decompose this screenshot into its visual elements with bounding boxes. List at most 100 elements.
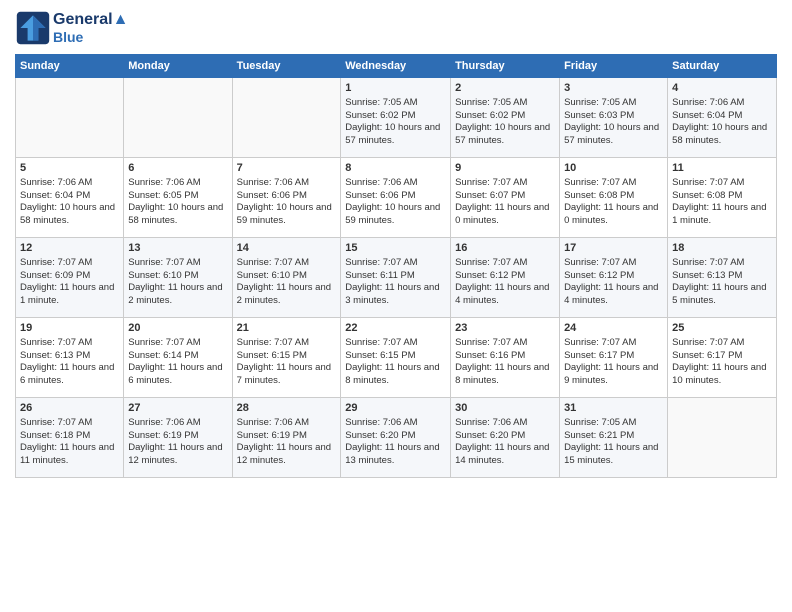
calendar-cell: 23Sunrise: 7:07 AMSunset: 6:16 PMDayligh… xyxy=(451,318,560,398)
day-number: 20 xyxy=(128,321,227,336)
weekday-header-wednesday: Wednesday xyxy=(341,55,451,78)
day-info: Daylight: 11 hours and 8 minutes. xyxy=(345,362,446,388)
day-info: Sunset: 6:12 PM xyxy=(564,270,663,283)
day-info: Sunset: 6:10 PM xyxy=(128,270,227,283)
weekday-header-monday: Monday xyxy=(124,55,232,78)
day-info: Daylight: 11 hours and 13 minutes. xyxy=(345,442,446,468)
day-info: Sunrise: 7:07 AM xyxy=(20,337,119,350)
day-info: Sunrise: 7:07 AM xyxy=(345,337,446,350)
day-number: 10 xyxy=(564,161,663,176)
day-number: 2 xyxy=(455,81,555,96)
day-info: Daylight: 10 hours and 58 minutes. xyxy=(672,122,772,148)
day-info: Daylight: 11 hours and 6 minutes. xyxy=(20,362,119,388)
calendar-cell: 27Sunrise: 7:06 AMSunset: 6:19 PMDayligh… xyxy=(124,398,232,478)
weekday-header-saturday: Saturday xyxy=(668,55,777,78)
day-info: Sunrise: 7:07 AM xyxy=(564,177,663,190)
day-info: Sunrise: 7:06 AM xyxy=(128,177,227,190)
calendar-cell: 13Sunrise: 7:07 AMSunset: 6:10 PMDayligh… xyxy=(124,238,232,318)
day-info: Sunset: 6:19 PM xyxy=(128,430,227,443)
calendar-cell: 14Sunrise: 7:07 AMSunset: 6:10 PMDayligh… xyxy=(232,238,341,318)
day-info: Sunrise: 7:07 AM xyxy=(672,177,772,190)
calendar-cell: 9Sunrise: 7:07 AMSunset: 6:07 PMDaylight… xyxy=(451,158,560,238)
day-info: Sunrise: 7:06 AM xyxy=(128,417,227,430)
calendar-cell: 28Sunrise: 7:06 AMSunset: 6:19 PMDayligh… xyxy=(232,398,341,478)
day-info: Daylight: 11 hours and 9 minutes. xyxy=(564,362,663,388)
day-number: 1 xyxy=(345,81,446,96)
day-info: Sunrise: 7:07 AM xyxy=(564,257,663,270)
header: General▲ Blue xyxy=(15,10,777,46)
weekday-header-thursday: Thursday xyxy=(451,55,560,78)
day-number: 5 xyxy=(20,161,119,176)
calendar-week-1: 5Sunrise: 7:06 AMSunset: 6:04 PMDaylight… xyxy=(16,158,777,238)
day-number: 3 xyxy=(564,81,663,96)
day-number: 16 xyxy=(455,241,555,256)
calendar-cell: 11Sunrise: 7:07 AMSunset: 6:08 PMDayligh… xyxy=(668,158,777,238)
day-info: Sunrise: 7:07 AM xyxy=(455,337,555,350)
day-info: Daylight: 11 hours and 4 minutes. xyxy=(455,282,555,308)
day-info: Sunrise: 7:06 AM xyxy=(345,177,446,190)
calendar-cell: 5Sunrise: 7:06 AMSunset: 6:04 PMDaylight… xyxy=(16,158,124,238)
day-info: Sunset: 6:02 PM xyxy=(455,110,555,123)
day-info: Sunset: 6:13 PM xyxy=(20,350,119,363)
day-info: Sunrise: 7:06 AM xyxy=(672,97,772,110)
calendar-cell: 22Sunrise: 7:07 AMSunset: 6:15 PMDayligh… xyxy=(341,318,451,398)
day-info: Daylight: 11 hours and 12 minutes. xyxy=(128,442,227,468)
calendar-cell: 15Sunrise: 7:07 AMSunset: 6:11 PMDayligh… xyxy=(341,238,451,318)
day-info: Sunset: 6:08 PM xyxy=(672,190,772,203)
calendar-cell: 1Sunrise: 7:05 AMSunset: 6:02 PMDaylight… xyxy=(341,78,451,158)
day-number: 14 xyxy=(237,241,337,256)
day-info: Sunrise: 7:07 AM xyxy=(20,417,119,430)
day-number: 6 xyxy=(128,161,227,176)
day-number: 28 xyxy=(237,401,337,416)
calendar-week-2: 12Sunrise: 7:07 AMSunset: 6:09 PMDayligh… xyxy=(16,238,777,318)
day-number: 26 xyxy=(20,401,119,416)
logo-icon xyxy=(15,10,51,46)
day-info: Sunrise: 7:07 AM xyxy=(455,257,555,270)
day-number: 11 xyxy=(672,161,772,176)
day-info: Daylight: 11 hours and 12 minutes. xyxy=(237,442,337,468)
day-info: Sunrise: 7:07 AM xyxy=(237,337,337,350)
calendar-cell xyxy=(668,398,777,478)
day-info: Sunrise: 7:07 AM xyxy=(672,257,772,270)
calendar-cell: 16Sunrise: 7:07 AMSunset: 6:12 PMDayligh… xyxy=(451,238,560,318)
day-info: Sunset: 6:11 PM xyxy=(345,270,446,283)
day-info: Daylight: 11 hours and 2 minutes. xyxy=(237,282,337,308)
calendar-cell: 7Sunrise: 7:06 AMSunset: 6:06 PMDaylight… xyxy=(232,158,341,238)
day-info: Sunrise: 7:05 AM xyxy=(564,417,663,430)
day-number: 31 xyxy=(564,401,663,416)
day-info: Daylight: 10 hours and 59 minutes. xyxy=(345,202,446,228)
day-info: Daylight: 11 hours and 0 minutes. xyxy=(564,202,663,228)
day-info: Daylight: 11 hours and 6 minutes. xyxy=(128,362,227,388)
calendar-cell: 30Sunrise: 7:06 AMSunset: 6:20 PMDayligh… xyxy=(451,398,560,478)
day-info: Sunset: 6:12 PM xyxy=(455,270,555,283)
day-info: Daylight: 11 hours and 14 minutes. xyxy=(455,442,555,468)
day-info: Daylight: 11 hours and 7 minutes. xyxy=(237,362,337,388)
day-info: Sunrise: 7:07 AM xyxy=(672,337,772,350)
day-info: Daylight: 11 hours and 15 minutes. xyxy=(564,442,663,468)
day-info: Sunset: 6:17 PM xyxy=(672,350,772,363)
calendar-cell xyxy=(16,78,124,158)
page: General▲ Blue SundayMondayTuesdayWednesd… xyxy=(0,0,792,612)
day-info: Daylight: 11 hours and 3 minutes. xyxy=(345,282,446,308)
day-number: 24 xyxy=(564,321,663,336)
calendar-cell xyxy=(232,78,341,158)
calendar-cell: 6Sunrise: 7:06 AMSunset: 6:05 PMDaylight… xyxy=(124,158,232,238)
day-info: Sunrise: 7:05 AM xyxy=(345,97,446,110)
calendar-week-0: 1Sunrise: 7:05 AMSunset: 6:02 PMDaylight… xyxy=(16,78,777,158)
calendar-cell: 29Sunrise: 7:06 AMSunset: 6:20 PMDayligh… xyxy=(341,398,451,478)
day-number: 15 xyxy=(345,241,446,256)
day-info: Sunset: 6:20 PM xyxy=(455,430,555,443)
day-info: Sunset: 6:17 PM xyxy=(564,350,663,363)
day-info: Daylight: 11 hours and 11 minutes. xyxy=(20,442,119,468)
day-info: Daylight: 11 hours and 0 minutes. xyxy=(455,202,555,228)
weekday-header-tuesday: Tuesday xyxy=(232,55,341,78)
calendar-cell: 12Sunrise: 7:07 AMSunset: 6:09 PMDayligh… xyxy=(16,238,124,318)
calendar-cell: 19Sunrise: 7:07 AMSunset: 6:13 PMDayligh… xyxy=(16,318,124,398)
calendar-cell: 31Sunrise: 7:05 AMSunset: 6:21 PMDayligh… xyxy=(560,398,668,478)
day-info: Daylight: 10 hours and 59 minutes. xyxy=(237,202,337,228)
day-info: Sunset: 6:09 PM xyxy=(20,270,119,283)
calendar-week-4: 26Sunrise: 7:07 AMSunset: 6:18 PMDayligh… xyxy=(16,398,777,478)
day-info: Sunset: 6:03 PM xyxy=(564,110,663,123)
day-info: Sunrise: 7:05 AM xyxy=(455,97,555,110)
day-info: Sunset: 6:07 PM xyxy=(455,190,555,203)
